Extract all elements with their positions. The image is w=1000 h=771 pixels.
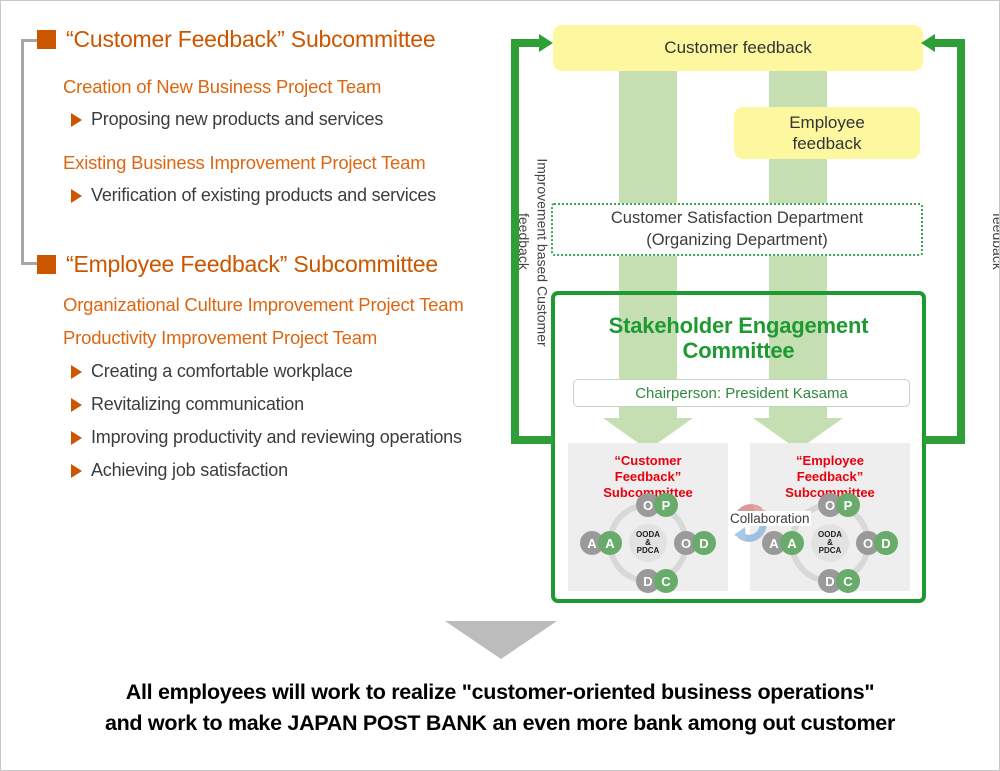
customer-feedback-box: Customer feedback (553, 25, 923, 71)
chairperson-label: Chairperson: President Kasama (635, 384, 848, 402)
triangle-bullet-icon (71, 112, 82, 127)
svg-text:P: P (662, 498, 671, 513)
svg-text:A: A (787, 536, 797, 551)
subcommittee-box-customer: “Customer Feedback” Subcommittee O P O D D… (568, 443, 728, 593)
team-name-new-business: Creation of New Business Project Team (63, 76, 382, 97)
triangle-bullet-icon (71, 188, 82, 203)
heading-label: “Customer Feedback” Subcommittee (66, 26, 436, 52)
svg-text:P: P (844, 498, 853, 513)
employee-feedback-box: Employee feedback (734, 107, 920, 159)
svg-text:A: A (587, 536, 597, 551)
collaboration-label: Collaboration (729, 511, 811, 526)
ooda-pdca-cycle-left: O P O D D C A A OODA & PDCA (580, 493, 716, 593)
team-name-productivity: Productivity Improvement Project Team (63, 327, 378, 348)
right-flow-label: Improvement based Employeefeedback (989, 212, 1000, 270)
square-marker-icon (37, 255, 56, 274)
employee-feedback-label: Employee feedback (789, 112, 865, 153)
svg-text:C: C (843, 574, 853, 589)
section-bracket (21, 39, 39, 265)
footer-line-2: and work to make JAPAN POST BANK an even… (104, 711, 896, 736)
svg-text:D: D (643, 574, 652, 589)
triangle-bullet-icon (71, 364, 82, 379)
bullet-label: Achieving job satisfaction (91, 460, 288, 480)
bullet-label: Creating a comfortable workplace (91, 361, 353, 381)
heading-label: “Employee Feedback” Subcommittee (66, 251, 438, 277)
customer-satisfaction-department-box: Customer Satisfaction Department (Organiz… (551, 203, 923, 256)
heading-customer-feedback-subcommittee: “Customer Feedback” Subcommittee (37, 26, 436, 53)
down-arrow-icon (445, 621, 557, 659)
svg-text:O: O (681, 536, 691, 551)
triangle-bullet-icon (71, 430, 82, 445)
svg-text:D: D (825, 574, 834, 589)
svg-text:D: D (881, 536, 890, 551)
bullet-item: Revitalizing communication (71, 394, 304, 415)
left-flow-label: Improvement based Customer feedback (515, 158, 551, 347)
right-pipe-vertical (957, 39, 965, 444)
team-name-existing-business: Existing Business Improvement Project Te… (63, 152, 426, 173)
left-pipe-arrowhead (539, 34, 553, 52)
square-marker-icon (37, 30, 56, 49)
stakeholder-engagement-committee-box: Stakeholder Engagement Committee Chairper… (551, 291, 926, 603)
department-label: Customer Satisfaction Department (Organiz… (610, 209, 864, 249)
right-pipe-arrowhead (921, 34, 935, 52)
heading-employee-feedback-subcommittee: “Employee Feedback” Subcommittee (37, 251, 438, 278)
chairperson-box: Chairperson: President Kasama (573, 379, 910, 407)
bullet-item: Verification of existing products and se… (71, 185, 436, 206)
svg-text:O: O (643, 498, 653, 513)
footer-line-1: All employees will work to realize "cust… (125, 680, 875, 704)
bullet-item: Improving productivity and reviewing ope… (71, 427, 462, 448)
team-name-org-culture: Organizational Culture Improvement Proje… (63, 294, 464, 315)
svg-text:O: O (863, 536, 873, 551)
svg-text:A: A (605, 536, 615, 551)
svg-text:O: O (825, 498, 835, 513)
bullet-item: Achieving job satisfaction (71, 460, 288, 481)
customer-feedback-label: Customer feedback (664, 38, 812, 58)
bullet-label: Proposing new products and services (91, 109, 384, 129)
bullet-label: Revitalizing communication (91, 394, 304, 414)
triangle-bullet-icon (71, 397, 82, 412)
ooda-pdca-cycle-right: O P O D D C A A OODA & PDCA (762, 493, 898, 593)
bullet-item: Proposing new products and services (71, 109, 383, 130)
feedback-flow-diagram: Customer feedback Employee feedback Custo… (491, 11, 1000, 611)
svg-text:D: D (699, 536, 708, 551)
committee-title: Stakeholder Engagement Committee (608, 313, 869, 364)
bullet-label: Verification of existing products and se… (91, 185, 436, 205)
svg-text:PDCA: PDCA (819, 546, 842, 555)
diagram-page: “Customer Feedback” Subcommittee Creatio… (0, 0, 1000, 771)
svg-text:C: C (661, 574, 671, 589)
triangle-bullet-icon (71, 463, 82, 478)
bullet-item: Creating a comfortable workplace (71, 361, 353, 382)
footer-statement: All employees will work to realize "cust… (1, 677, 999, 739)
bullet-label: Improving productivity and reviewing ope… (91, 427, 462, 447)
right-pipe-bottom (924, 436, 965, 444)
svg-text:PDCA: PDCA (637, 546, 660, 555)
left-pipe-bottom (511, 436, 553, 444)
left-panel: “Customer Feedback” Subcommittee Creatio… (1, 1, 521, 621)
